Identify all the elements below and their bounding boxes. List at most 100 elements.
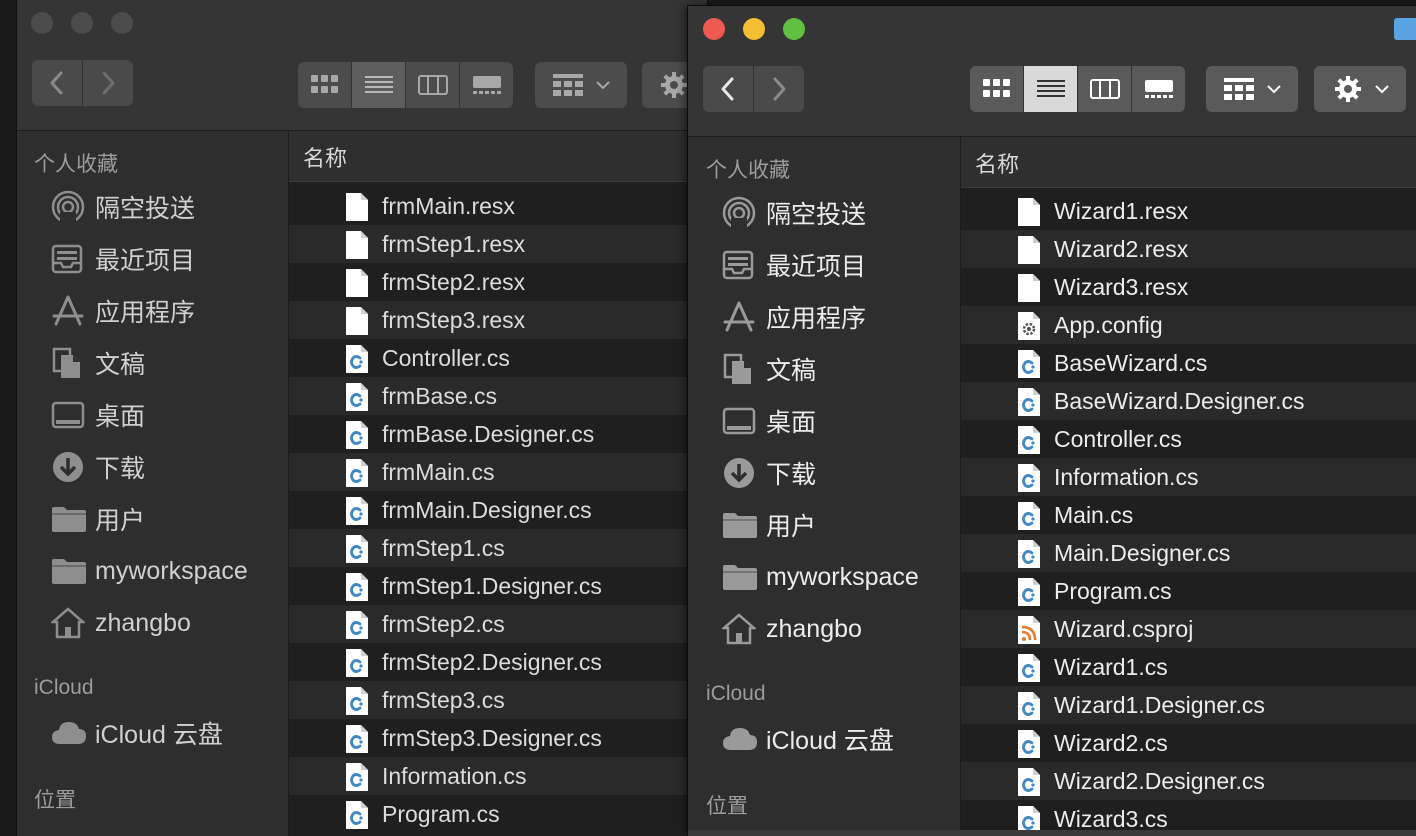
table-row[interactable]: frmBase.Designer.cs — [289, 415, 707, 453]
table-row[interactable]: Wizard2.cs — [961, 724, 1416, 762]
table-row[interactable]: frmStep1.Designer.cs — [289, 567, 707, 605]
sidebar-section-icloud: iCloud — [34, 676, 94, 699]
table-row[interactable]: frmStep2.Designer.cs — [289, 643, 707, 681]
back-button[interactable] — [703, 66, 753, 112]
table-row[interactable]: frmMain.Designer.cs — [289, 491, 707, 529]
sidebar-item-label: 隔空投送 — [95, 195, 196, 223]
sidebar-item-1[interactable]: 隔空投送 — [51, 189, 195, 225]
minimize-button[interactable] — [71, 12, 93, 34]
forward-button[interactable] — [82, 60, 133, 106]
csharp-file-icon — [345, 534, 371, 563]
table-row[interactable]: frmStep2.resx — [289, 263, 707, 301]
sidebar-item-icloud-drive[interactable]: iCloud 云盘 — [722, 721, 894, 757]
table-row[interactable]: frmStep3.Designer.cs — [289, 719, 707, 757]
gallery-view-button[interactable] — [459, 62, 513, 108]
sidebar-item-1[interactable]: 隔空投送 — [722, 195, 866, 231]
sidebar-section-locations: 位置 — [706, 795, 748, 818]
sidebar-item-9[interactable]: zhangbo — [51, 605, 191, 641]
sidebar-item-label: 下载 — [766, 461, 817, 489]
columns-icon — [417, 75, 448, 95]
sidebar-item-6[interactable]: 下载 — [722, 455, 816, 491]
csharp-file-icon — [345, 800, 371, 829]
document-icon — [345, 192, 371, 221]
sidebar-item-5[interactable]: 桌面 — [51, 397, 145, 433]
column-header-name[interactable]: 名称 — [289, 131, 707, 182]
table-row[interactable]: Program.cs — [289, 795, 707, 833]
column-view-button[interactable] — [405, 62, 459, 108]
table-row[interactable]: Information.cs — [289, 757, 707, 795]
sidebar-item-7[interactable]: 用户 — [722, 507, 816, 543]
sidebar-item-8[interactable]: myworkspace — [722, 559, 919, 595]
view-mode-control — [970, 66, 1185, 112]
sidebar-item-6[interactable]: 下载 — [51, 449, 145, 485]
table-row[interactable]: Wizard2.resx — [961, 230, 1416, 268]
table-row[interactable]: Wizard1.resx — [961, 192, 1416, 230]
table-row[interactable]: Controller.cs — [961, 420, 1416, 458]
chevron-right-icon — [102, 71, 115, 95]
file-name: frmMain.cs — [382, 458, 495, 485]
minimize-button[interactable] — [743, 18, 765, 40]
column-view-button[interactable] — [1077, 66, 1131, 112]
folder-proxy-icon[interactable] — [1394, 18, 1416, 40]
table-row[interactable]: frmStep3.resx — [289, 301, 707, 339]
back-button[interactable] — [32, 60, 82, 106]
table-row[interactable]: Program.cs — [961, 572, 1416, 610]
zoom-button[interactable] — [111, 12, 133, 34]
table-row[interactable]: Information.cs — [961, 458, 1416, 496]
group-by-dropdown[interactable] — [1206, 66, 1298, 112]
list-view-button[interactable] — [351, 62, 405, 108]
forward-button[interactable] — [753, 66, 804, 112]
close-button[interactable] — [31, 12, 53, 34]
downloads-icon — [51, 450, 91, 484]
table-row[interactable]: Wizard1.Designer.cs — [961, 686, 1416, 724]
window-bottom-edge — [688, 830, 1416, 836]
home-icon — [722, 612, 762, 646]
chevron-down-icon — [1267, 85, 1281, 94]
table-row[interactable]: App.config — [961, 306, 1416, 344]
column-header-name[interactable]: 名称 — [961, 137, 1416, 188]
sidebar-item-2[interactable]: 最近项目 — [722, 247, 866, 283]
table-row[interactable]: frmBase.cs — [289, 377, 707, 415]
sidebar-item-4[interactable]: 文稿 — [722, 351, 816, 387]
finder-window-back[interactable]: 个人收藏 隔空投送 最近项目 应用程序 文稿 桌面 下载 用户 myworkspace zhan… — [17, 0, 707, 836]
table-row[interactable]: frmMain.cs — [289, 453, 707, 491]
table-row[interactable]: frmStep2.cs — [289, 605, 707, 643]
sidebar-item-label: 最近项目 — [766, 253, 867, 281]
table-row[interactable]: Wizard.csproj — [961, 610, 1416, 648]
sidebar-item-4[interactable]: 文稿 — [51, 345, 145, 381]
sidebar-item-7[interactable]: 用户 — [51, 501, 145, 537]
icon-view-button[interactable] — [970, 66, 1023, 112]
csharp-file-icon — [1017, 729, 1043, 758]
finder-window-front[interactable]: 个人收藏 隔空投送 最近项目 应用程序 文稿 桌面 下载 用户 myworkspace zhan… — [688, 6, 1416, 836]
sidebar-item-5[interactable]: 桌面 — [722, 403, 816, 439]
table-row[interactable]: Wizard3.resx — [961, 268, 1416, 306]
close-button[interactable] — [703, 18, 725, 40]
group-by-dropdown[interactable] — [535, 62, 627, 108]
sidebar-section-locations: 位置 — [34, 789, 76, 812]
table-row[interactable]: frmStep1.cs — [289, 529, 707, 567]
gallery-view-button[interactable] — [1131, 66, 1185, 112]
sidebar-item-label: 用户 — [95, 507, 146, 535]
table-row[interactable]: BaseWizard.Designer.cs — [961, 382, 1416, 420]
table-row[interactable]: frmMain.resx — [289, 187, 707, 225]
sidebar-item-8[interactable]: myworkspace — [51, 553, 248, 589]
icon-view-button[interactable] — [298, 62, 351, 108]
sidebar-item-3[interactable]: 应用程序 — [722, 299, 866, 335]
zoom-button[interactable] — [783, 18, 805, 40]
sidebar-item-3[interactable]: 应用程序 — [51, 293, 195, 329]
table-row[interactable]: Controller.cs — [289, 339, 707, 377]
chevron-right-icon — [773, 77, 786, 101]
sidebar-item-icloud-drive[interactable]: iCloud 云盘 — [51, 715, 223, 751]
table-row[interactable]: BaseWizard.cs — [961, 344, 1416, 382]
action-dropdown[interactable] — [1314, 66, 1406, 112]
table-row[interactable]: Wizard1.cs — [961, 648, 1416, 686]
table-row[interactable]: frmStep1.resx — [289, 225, 707, 263]
sidebar-item-9[interactable]: zhangbo — [722, 611, 862, 647]
table-row[interactable]: Wizard2.Designer.cs — [961, 762, 1416, 800]
list-view-button[interactable] — [1023, 66, 1077, 112]
table-row[interactable]: frmStep3.cs — [289, 681, 707, 719]
sidebar-item-2[interactable]: 最近项目 — [51, 241, 195, 277]
file-rows: Wizard1.resx Wizard2.resx Wizard3.resx App.… — [961, 188, 1416, 836]
table-row[interactable]: Main.Designer.cs — [961, 534, 1416, 572]
table-row[interactable]: Main.cs — [961, 496, 1416, 534]
